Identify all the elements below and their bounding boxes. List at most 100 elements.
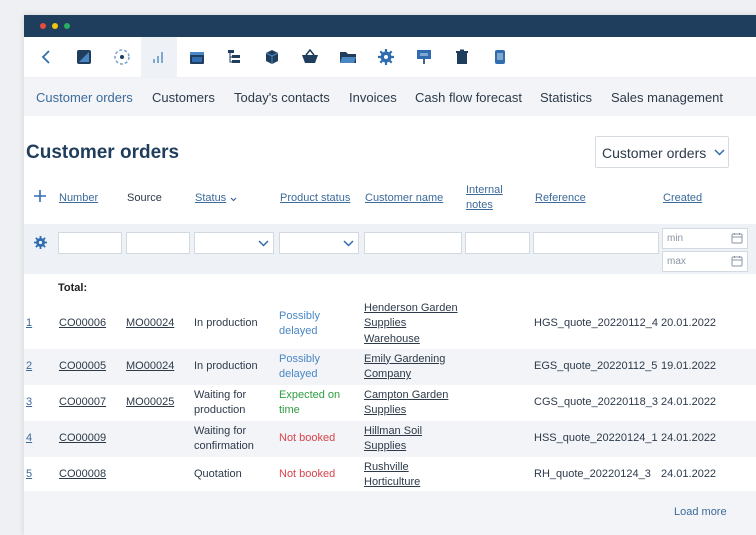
customer-name-link[interactable]: Campton Garden Supplies xyxy=(364,388,448,419)
order-number-link[interactable]: CO00006 xyxy=(59,316,106,332)
order-status-line: production xyxy=(194,404,246,416)
row-index-link[interactable]: 1 xyxy=(26,316,32,332)
table-row[interactable]: 2 CO00005 MO00024 In production Possibly dela… xyxy=(24,349,756,385)
document-button[interactable] xyxy=(482,37,518,77)
nav-customers[interactable]: Customers xyxy=(152,90,215,105)
header-reference[interactable]: Reference xyxy=(535,192,586,204)
close-window-dot[interactable] xyxy=(40,23,46,29)
order-status-line: Quotation xyxy=(194,468,242,481)
customer-name-link[interactable]: Hillman Soil Supplies xyxy=(364,424,422,455)
order-number-link[interactable]: CO00008 xyxy=(59,467,106,483)
dashboard-button[interactable] xyxy=(66,37,102,77)
filter-number-input[interactable] xyxy=(58,232,122,254)
customer-name-link[interactable]: Rushville Horticulture xyxy=(364,460,420,491)
customer-name-line: Emily Gardening xyxy=(364,352,446,365)
nav-customer-orders[interactable]: Customer orders xyxy=(36,90,133,105)
presentation-button[interactable] xyxy=(406,37,442,77)
filter-source-input[interactable] xyxy=(126,232,190,254)
order-status: Waiting for confirmation xyxy=(194,424,254,455)
nav-cash-flow-forecast[interactable]: Cash flow forecast xyxy=(415,90,522,105)
created-date: 20.01.2022 xyxy=(661,317,717,330)
gear-icon[interactable] xyxy=(34,236,47,249)
table-row[interactable]: 5 CO00008 Quotation Not booked Rushville Hort… xyxy=(24,457,756,493)
reference-value: HSS_quote_20220124_1 xyxy=(534,432,658,445)
calendar-button[interactable] xyxy=(179,37,215,77)
table-row[interactable]: 3 CO00007 MO00025 Waiting for production Expe… xyxy=(24,385,756,421)
customer-name-link[interactable]: Henderson Garden Supplies Warehouse xyxy=(364,301,458,348)
nav-invoices[interactable]: Invoices xyxy=(349,90,397,105)
order-number-link[interactable]: CO00005 xyxy=(59,359,106,375)
order-number-link[interactable]: CO00007 xyxy=(59,395,106,411)
nav-sales-management[interactable]: Sales management xyxy=(611,90,723,105)
filter-created-max[interactable]: max xyxy=(662,251,748,272)
source-link[interactable]: MO00024 xyxy=(126,316,174,332)
load-more-button[interactable]: Load more xyxy=(674,506,727,518)
structure-button[interactable] xyxy=(216,37,252,77)
filter-product-status-select[interactable] xyxy=(279,232,359,254)
row-index-link[interactable]: 3 xyxy=(26,395,32,411)
header-internal-notes-line1[interactable]: Internal xyxy=(466,184,503,196)
row-index-link[interactable]: 2 xyxy=(26,359,32,375)
total-label: Total: xyxy=(58,282,88,294)
customer-name-line: Company xyxy=(364,368,412,380)
product-status: Not booked xyxy=(279,467,335,483)
order-number-link[interactable]: CO00009 xyxy=(59,431,106,447)
created-date: 24.01.2022 xyxy=(661,468,717,481)
trash-button[interactable] xyxy=(444,37,480,77)
customer-name-link[interactable]: Emily Gardening Company xyxy=(364,352,445,383)
product-status-line: Expected on xyxy=(279,388,341,401)
header-number[interactable]: Number xyxy=(59,192,98,204)
view-select[interactable]: Customer orders xyxy=(595,136,729,168)
basket-icon xyxy=(302,49,318,63)
source-link[interactable]: MO00025 xyxy=(126,395,174,411)
calendar-icon[interactable] xyxy=(731,255,743,267)
header-status[interactable]: Status xyxy=(195,192,226,204)
row-index-link[interactable]: 5 xyxy=(26,467,32,483)
nav-todays-contacts[interactable]: Today's contacts xyxy=(234,90,330,105)
filter-customer-name-input[interactable] xyxy=(364,232,462,254)
header-source: Source xyxy=(127,192,162,204)
row-index-link[interactable]: 4 xyxy=(26,431,32,447)
filter-created-min[interactable]: min xyxy=(662,228,748,249)
header-product-status[interactable]: Product status xyxy=(280,192,350,204)
trash-icon xyxy=(456,49,468,64)
statistics-button[interactable] xyxy=(141,37,177,77)
header-customer-name[interactable]: Customer name xyxy=(365,192,443,204)
minimize-window-dot[interactable] xyxy=(52,23,58,29)
table-row[interactable]: 4 CO00009 Waiting for confirmation Not booke… xyxy=(24,421,756,457)
sort-chevron-icon[interactable] xyxy=(230,197,237,202)
max-placeholder: max xyxy=(667,256,686,267)
maximize-window-dot[interactable] xyxy=(64,23,70,29)
back-button[interactable] xyxy=(28,37,64,77)
loading-icon xyxy=(114,49,130,65)
header-internal-notes-line2[interactable]: notes xyxy=(466,199,493,211)
view-select-value: Customer orders xyxy=(602,145,707,161)
loading-button[interactable] xyxy=(104,37,140,77)
filter-status-select[interactable] xyxy=(194,232,274,254)
table-row[interactable]: 1 CO00006 MO00024 In production Possibly dela… xyxy=(24,299,756,349)
products-button[interactable] xyxy=(254,37,290,77)
customer-name-line: Horticulture xyxy=(364,476,421,488)
source-link[interactable]: MO00024 xyxy=(126,359,174,375)
sales-button[interactable] xyxy=(292,37,328,77)
filter-internal-notes-input[interactable] xyxy=(465,232,530,254)
settings-button[interactable] xyxy=(368,37,404,77)
back-icon xyxy=(41,50,50,64)
calendar-icon[interactable] xyxy=(731,232,743,244)
product-status-line: delayed xyxy=(279,325,318,337)
customer-name-line: Hillman Soil xyxy=(364,424,423,437)
calendar-icon xyxy=(190,52,204,64)
nav-statistics[interactable]: Statistics xyxy=(540,90,592,105)
reference-value: CGS_quote_20220118_3 xyxy=(534,396,658,409)
order-status: Quotation xyxy=(194,467,242,483)
folder-icon xyxy=(340,52,356,63)
product-status-line: delayed xyxy=(279,368,318,380)
header-created[interactable]: Created xyxy=(663,192,702,204)
order-status-line: In production xyxy=(194,360,258,373)
filter-reference-input[interactable] xyxy=(533,232,659,254)
add-icon[interactable] xyxy=(34,190,46,202)
tree-icon xyxy=(228,50,240,63)
product-status-line: Possibly xyxy=(279,352,320,365)
title-bar xyxy=(24,15,756,37)
files-button[interactable] xyxy=(330,37,366,77)
